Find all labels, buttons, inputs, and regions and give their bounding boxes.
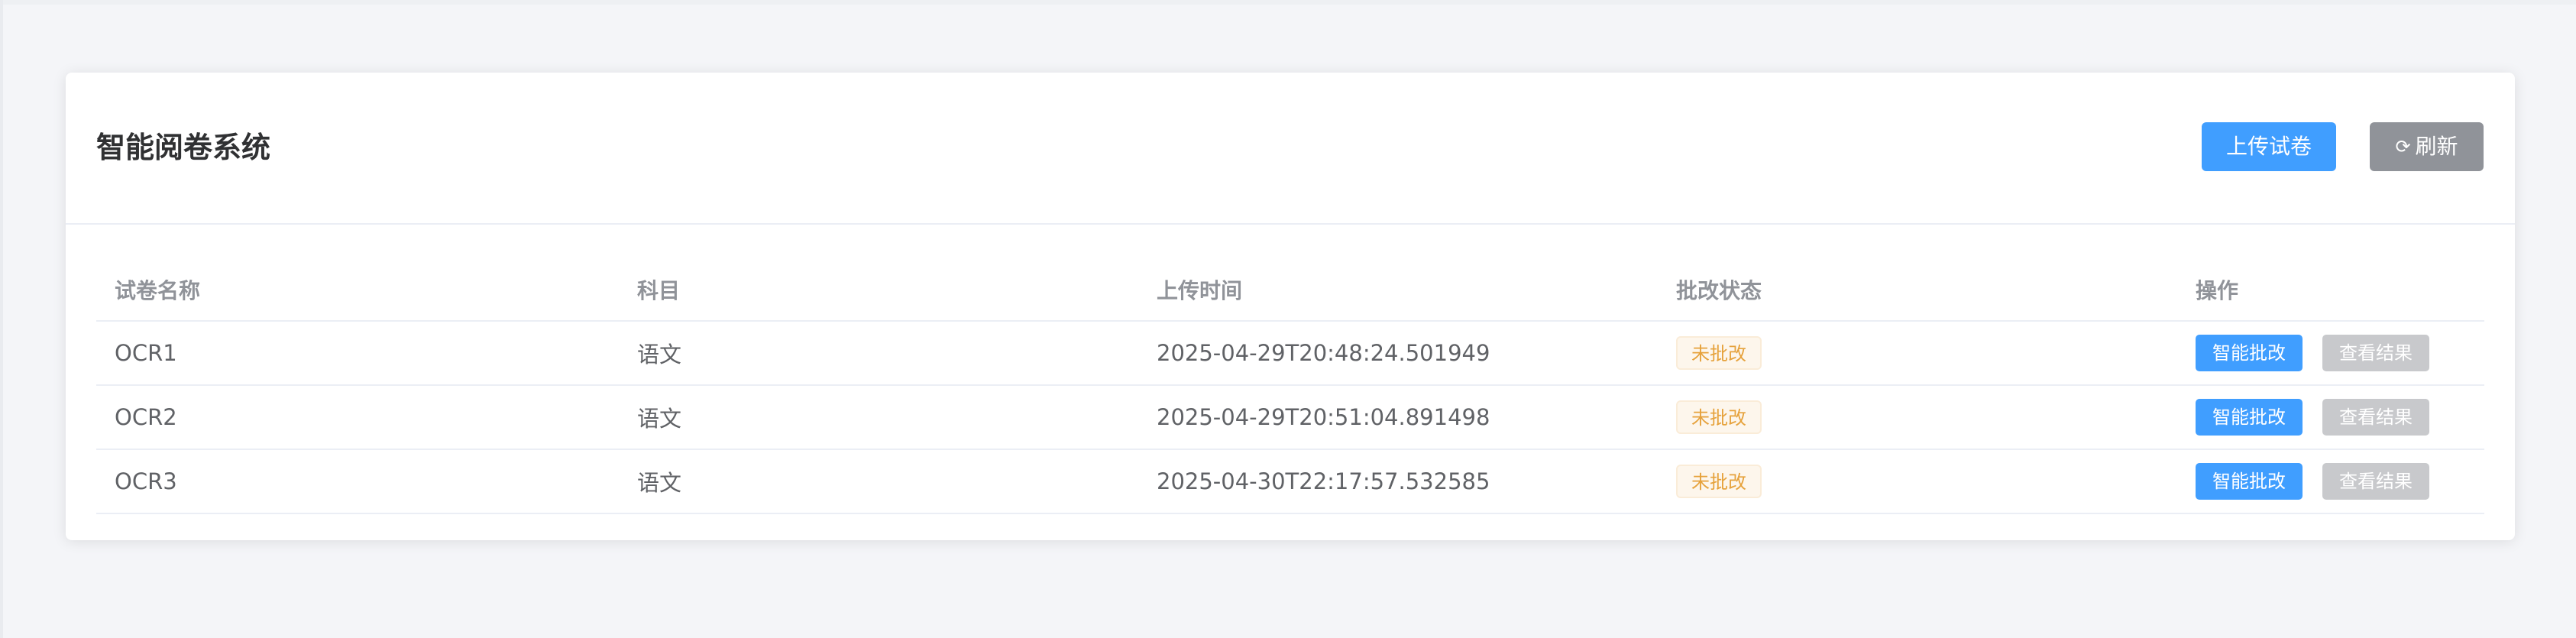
smart-grade-button[interactable]: 智能批改 [2196,463,2303,500]
status-cell: 未批改 [1676,386,1762,449]
papers-table: 试卷名称 科目 上传时间 批改状态 操作 OCR1 语文 2025-04-29T… [96,259,2484,514]
smart-grade-button[interactable]: 智能批改 [2196,399,2303,436]
column-header-upload-time[interactable]: 上传时间 [1157,259,1242,320]
paper-subject: 语文 [637,470,682,496]
actions-cell: 智能批改 查看结果 [2196,386,2429,449]
status-badge: 未批改 [1676,400,1762,434]
table-row: OCR1 语文 2025-04-29T20:48:24.501949 未批改 智… [96,322,2484,386]
actions-cell: 智能批改 查看结果 [2196,322,2429,384]
paper-name: OCR3 [115,468,177,494]
smart-grade-button[interactable]: 智能批改 [2196,335,2303,371]
status-badge: 未批改 [1676,336,1762,370]
column-header-status[interactable]: 批改状态 [1676,259,1762,320]
table-header-row: 试卷名称 科目 上传时间 批改状态 操作 [96,259,2484,322]
status-cell: 未批改 [1676,450,1762,513]
refresh-button[interactable]: ⟳ 刷新 [2370,122,2484,171]
page-title: 智能阅卷系统 [96,131,271,164]
view-result-button[interactable]: 查看结果 [2322,399,2429,436]
status-cell: 未批改 [1676,322,1762,384]
card-header: 智能阅卷系统 上传试卷 ⟳ 刷新 [66,73,2515,225]
paper-upload-time: 2025-04-29T20:51:04.891498 [1157,404,1490,430]
papers-card: 智能阅卷系统 上传试卷 ⟳ 刷新 试卷名称 科目 上传时间 批改状态 操作 OCR… [66,73,2515,540]
table-row: OCR3 语文 2025-04-30T22:17:57.532585 未批改 智… [96,450,2484,514]
paper-subject: 语文 [637,406,682,432]
actions-cell: 智能批改 查看结果 [2196,450,2429,513]
left-edge [0,0,3,638]
paper-upload-time: 2025-04-30T22:17:57.532585 [1157,468,1490,494]
status-badge: 未批改 [1676,465,1762,498]
refresh-label: 刷新 [2415,134,2458,159]
paper-name: OCR1 [115,340,177,366]
refresh-icon: ⟳ [2395,136,2411,157]
paper-name: OCR2 [115,404,177,430]
paper-subject: 语文 [637,342,682,368]
table-row: OCR2 语文 2025-04-29T20:51:04.891498 未批改 智… [96,386,2484,450]
paper-upload-time: 2025-04-29T20:48:24.501949 [1157,340,1490,366]
top-edge [0,0,2576,5]
column-header-name[interactable]: 试卷名称 [115,259,200,320]
view-result-button[interactable]: 查看结果 [2322,463,2429,500]
app-page: 智能阅卷系统 上传试卷 ⟳ 刷新 试卷名称 科目 上传时间 批改状态 操作 OCR… [0,0,2576,638]
view-result-button[interactable]: 查看结果 [2322,335,2429,371]
column-header-actions[interactable]: 操作 [2196,259,2238,320]
upload-paper-button[interactable]: 上传试卷 [2202,122,2336,171]
column-header-subject[interactable]: 科目 [637,259,680,320]
